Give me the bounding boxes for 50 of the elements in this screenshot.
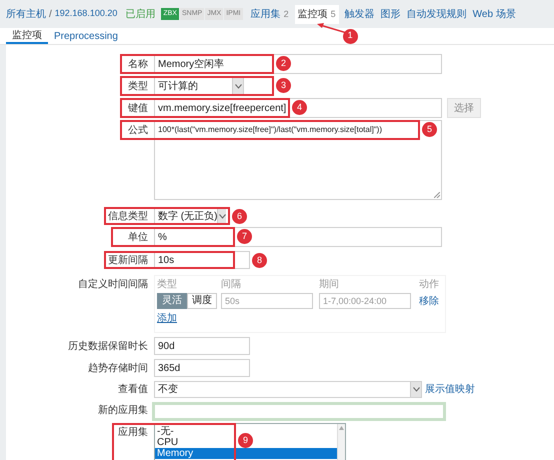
- form-tab[interactable]: 监控项: [6, 28, 48, 44]
- resize-grip-icon: [434, 192, 440, 198]
- field-label: 公式: [128, 124, 148, 138]
- annotation-number: 3: [276, 78, 291, 93]
- field-label: 自定义时间间隔: [78, 278, 148, 292]
- add-link[interactable]: 添加: [157, 313, 177, 325]
- list-option[interactable]: -无-: [155, 426, 176, 437]
- scroll-up-icon[interactable]: [339, 426, 344, 430]
- list-option[interactable]: CPU: [155, 437, 180, 448]
- period-field[interactable]: 1-7,00:00-24:00: [319, 293, 411, 309]
- nav-tab[interactable]: Web 场景: [472, 6, 516, 22]
- interval-field[interactable]: 50s: [221, 293, 313, 309]
- column-header: 类型: [157, 278, 178, 292]
- all-hosts-link[interactable]: 所有主机: [6, 6, 46, 22]
- field-label: 键值: [128, 102, 148, 116]
- remove-link[interactable]: 移除: [419, 294, 439, 308]
- status-text: 已启用: [125, 8, 156, 22]
- text-field[interactable]: 90d: [154, 337, 250, 355]
- field-label: 新的应用集: [98, 404, 148, 418]
- breadcrumb-separator: /: [49, 8, 52, 22]
- nav-tab[interactable]: 监控项 5: [294, 4, 339, 24]
- annotation-number: 8: [252, 253, 267, 268]
- field-label: 更新间隔: [108, 254, 148, 268]
- select-field[interactable]: 不变: [154, 381, 422, 398]
- field-label: 查看值: [118, 382, 148, 397]
- annotation-arrow: [316, 22, 347, 34]
- field-label: 名称: [128, 58, 148, 72]
- nav-tab[interactable]: 应用集 2: [250, 6, 289, 22]
- dropdown-caret-icon: [410, 382, 421, 397]
- text-field[interactable]: [152, 402, 446, 421]
- field-label: 单位: [128, 230, 148, 244]
- field-label: 类型: [128, 80, 148, 94]
- value-mapping-link[interactable]: 展示值映射: [425, 382, 475, 397]
- field-label: 历史数据保留时长: [68, 340, 148, 354]
- nav-tab[interactable]: 触发器: [344, 6, 375, 22]
- field-label: 趋势存储时间: [88, 362, 148, 376]
- host-link[interactable]: 192.168.100.20: [54, 7, 118, 21]
- field-label: 信息类型: [108, 210, 148, 224]
- text-field[interactable]: 365d: [154, 359, 250, 377]
- column-header: 间隔: [221, 278, 242, 292]
- mode-toggle[interactable]: 调度: [187, 293, 217, 309]
- list-option[interactable]: Memory: [155, 448, 337, 459]
- nav-tab[interactable]: 自动发现规则: [406, 6, 467, 22]
- column-header: 动作: [419, 278, 439, 292]
- annotation-number: 1: [342, 28, 358, 44]
- field-label: 应用集: [118, 426, 148, 440]
- nav-tab[interactable]: 图形: [380, 6, 401, 22]
- column-header: 期间: [319, 278, 340, 292]
- annotation-number: 6: [232, 209, 247, 224]
- form-tab[interactable]: Preprocessing: [48, 28, 124, 44]
